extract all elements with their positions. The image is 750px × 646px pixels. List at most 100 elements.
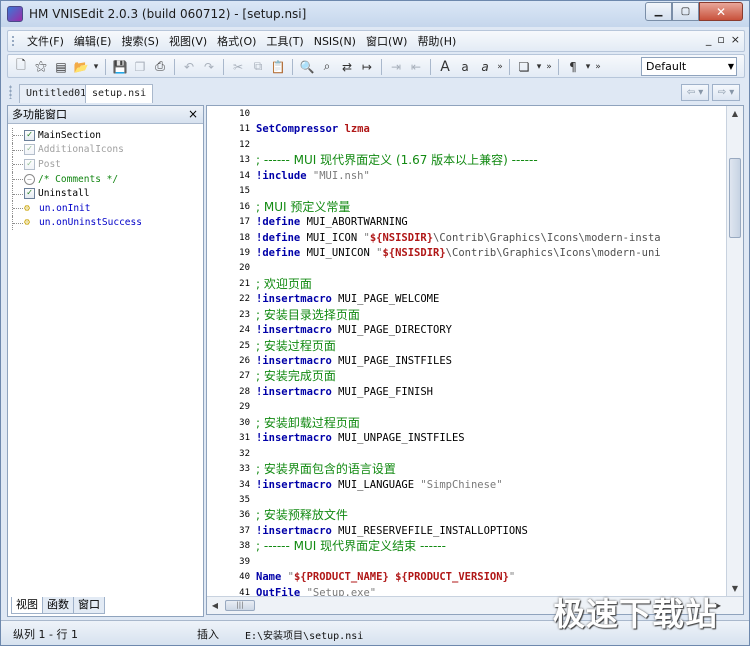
code-line: 13 ; ------ MUI 现代界面定义 (1.67 版本以上兼容) ----… xyxy=(207,153,726,168)
goto-line-icon[interactable]: ↦ xyxy=(358,58,376,76)
tab-setup-nsi[interactable]: setup.nsi xyxy=(85,84,154,103)
panel-header: 多功能窗口 × xyxy=(8,106,203,124)
menu-item-2[interactable]: 搜索(S) xyxy=(116,34,164,50)
scroll-left-icon[interactable]: ◀ xyxy=(207,597,223,614)
line-number: 35 xyxy=(239,494,250,505)
checkbox-icon[interactable]: ✓ xyxy=(24,144,35,156)
chevron-down-icon[interactable]: ▼ xyxy=(728,58,734,75)
app-window: HM VNISEdit 2.0.3 (build 060712) - [setu… xyxy=(0,0,750,646)
toggle-case-button[interactable]: a xyxy=(476,58,494,76)
checkbox-icon[interactable]: ✓ xyxy=(24,188,35,200)
save-all-icon[interactable]: ❐ xyxy=(131,58,149,76)
tree-item[interactable]: ✓ AdditionalIcons xyxy=(12,142,142,158)
cut-icon[interactable]: ✂ xyxy=(229,58,247,76)
section-tree: ✓ MainSection ✓ AdditionalIcons ✓ Post —/* Com… xyxy=(12,128,142,231)
menu-item-3[interactable]: 视图(V) xyxy=(164,34,212,50)
toolbar-overflow-icon-3[interactable]: » xyxy=(594,62,602,72)
indent-icon[interactable]: ⇥ xyxy=(387,58,405,76)
scroll-down-icon[interactable]: ▼ xyxy=(727,581,743,597)
code-line: 21 ; 欢迎页面 xyxy=(207,277,726,292)
tree-item[interactable]: ✓ Uninstall xyxy=(12,186,142,201)
mdi-close-button[interactable]: × xyxy=(731,33,740,46)
minimize-button[interactable]: ▁ xyxy=(645,2,672,21)
new-wizard-icon[interactable]: ⚝ xyxy=(32,58,50,76)
vertical-scrollbar[interactable]: ▲ ▼ xyxy=(726,106,743,597)
document-tabs: Untitled01 setup.nsi ⇦ ▾ ⇨ ▾ xyxy=(1,81,749,103)
panel-tab-functions[interactable]: 函数 xyxy=(42,597,74,614)
menu-item-6[interactable]: NSIS(N) xyxy=(309,34,361,50)
tree-item[interactable]: ⚙ un.onUninstSuccess xyxy=(12,215,142,231)
menu-item-4[interactable]: 格式(O) xyxy=(212,34,261,50)
find-next-icon[interactable]: ⌕ xyxy=(318,58,336,76)
menu-item-1[interactable]: 编辑(E) xyxy=(69,34,117,50)
comment-icon: — xyxy=(24,173,35,185)
menu-item-5[interactable]: 工具(T) xyxy=(261,34,308,50)
redo-icon[interactable]: ↷ xyxy=(200,58,218,76)
find-icon[interactable]: 🔍 xyxy=(298,58,316,76)
maximize-button[interactable]: ▢ xyxy=(672,2,699,21)
panel-tab-window[interactable]: 窗口 xyxy=(73,597,105,614)
paragraph-dropdown-icon[interactable]: ▾ xyxy=(584,62,592,72)
toolbar-group-file: 🗋 ⚝ ▤ 📂 ▾ 💾 ❐ ⎙ ↶ ↷ ✂ ⧉ 📋 🔍 ⌕ ⇄ ↦ ⇥ ⇤ A xyxy=(12,57,602,76)
code-editor[interactable]: 10 11 SetCompressor lzma 12 13 ; ------ MUI 现… xyxy=(206,105,744,615)
tab-untitled01[interactable]: Untitled01 xyxy=(19,84,94,103)
multi-function-panel: 多功能窗口 × ✓ MainSection ✓ AdditionalIcons ✓ Pos… xyxy=(7,105,204,617)
tree-connector xyxy=(12,157,24,172)
tree-item-label: un.onInit xyxy=(39,202,91,214)
print-icon[interactable]: ⎙ xyxy=(151,58,169,76)
code-token: ; 安装卸载过程页面 xyxy=(256,415,360,430)
undo-icon[interactable]: ↶ xyxy=(180,58,198,76)
paste-icon[interactable]: 📋 xyxy=(269,58,287,76)
panel-tab-view[interactable]: 视图 xyxy=(11,597,43,614)
code-line: 23 ; 安装目录选择页面 xyxy=(207,308,726,323)
tab-prev-button[interactable]: ⇦ ▾ xyxy=(681,84,709,101)
code-lines: 10 11 SetCompressor lzma 12 13 ; ------ MUI 现… xyxy=(207,107,726,601)
checkbox-icon[interactable]: ✓ xyxy=(24,129,35,141)
checkbox-icon[interactable]: ✓ xyxy=(24,158,35,170)
horizontal-scroll-thumb[interactable]: ||| xyxy=(225,600,255,611)
new-file-icon[interactable]: 🗋 xyxy=(12,58,30,76)
line-number: 23 xyxy=(239,309,250,320)
code-token: lzma xyxy=(344,123,370,136)
panel-close-button[interactable]: × xyxy=(188,106,198,123)
toolbar-overflow-icon-2[interactable]: » xyxy=(545,62,553,72)
window-tile-icon[interactable]: ❏ xyxy=(515,58,533,76)
toolbar-separator xyxy=(223,58,224,75)
code-line: 35 xyxy=(207,493,726,508)
menu-item-0[interactable]: 文件(F) xyxy=(22,34,69,50)
save-icon[interactable]: 💾 xyxy=(111,58,129,76)
replace-icon[interactable]: ⇄ xyxy=(338,58,356,76)
menubar-grip[interactable] xyxy=(11,35,15,48)
tab-next-button[interactable]: ⇨ ▾ xyxy=(712,84,740,101)
menu-item-7[interactable]: 窗口(W) xyxy=(361,34,412,50)
tree-item[interactable]: ✓ MainSection xyxy=(12,128,142,143)
font-select[interactable]: Default ▼ xyxy=(641,57,737,76)
mdi-restore-button[interactable]: ▫ xyxy=(717,33,724,46)
paragraph-button[interactable]: ¶ xyxy=(564,58,582,76)
open-dropdown-icon[interactable]: ▾ xyxy=(92,62,100,72)
vertical-scroll-thumb[interactable] xyxy=(729,158,741,238)
outdent-icon[interactable]: ⇤ xyxy=(407,58,425,76)
copy-icon[interactable]: ⧉ xyxy=(249,58,267,76)
line-number: 33 xyxy=(239,464,250,475)
open-folder-icon[interactable]: 📂 xyxy=(72,58,90,76)
watermark: 极速下载站 xyxy=(553,595,719,633)
close-button[interactable]: ✕ xyxy=(699,2,743,21)
code-token: !define xyxy=(256,231,301,244)
toolbar-separator xyxy=(105,58,106,75)
uppercase-button[interactable]: A xyxy=(436,58,454,76)
code-line: 28 !insertmacro MUI_PAGE_FINISH xyxy=(207,385,726,400)
tree-item[interactable]: ✓ Post xyxy=(12,157,142,172)
mdi-minimize-button[interactable]: _ xyxy=(706,33,712,46)
code-text: ; MUI 预定义常量 xyxy=(256,200,350,215)
lowercase-button[interactable]: a xyxy=(456,58,474,76)
code-line: 37 !insertmacro MUI_RESERVEFILE_INSTALLOP… xyxy=(207,524,726,539)
code-token: ; ------ MUI 现代界面定义 (1.67 版本以上兼容) ------ xyxy=(256,153,538,168)
menu-item-8[interactable]: 帮助(H) xyxy=(412,34,461,50)
tree-item[interactable]: —/* Comments */ xyxy=(12,171,142,187)
scroll-up-icon[interactable]: ▲ xyxy=(727,106,743,122)
template-icon[interactable]: ▤ xyxy=(52,58,70,76)
tree-item[interactable]: ⚙ un.onInit xyxy=(12,200,142,216)
toolbar-overflow-icon[interactable]: » xyxy=(496,62,504,72)
window-dropdown-icon[interactable]: ▾ xyxy=(535,62,543,72)
